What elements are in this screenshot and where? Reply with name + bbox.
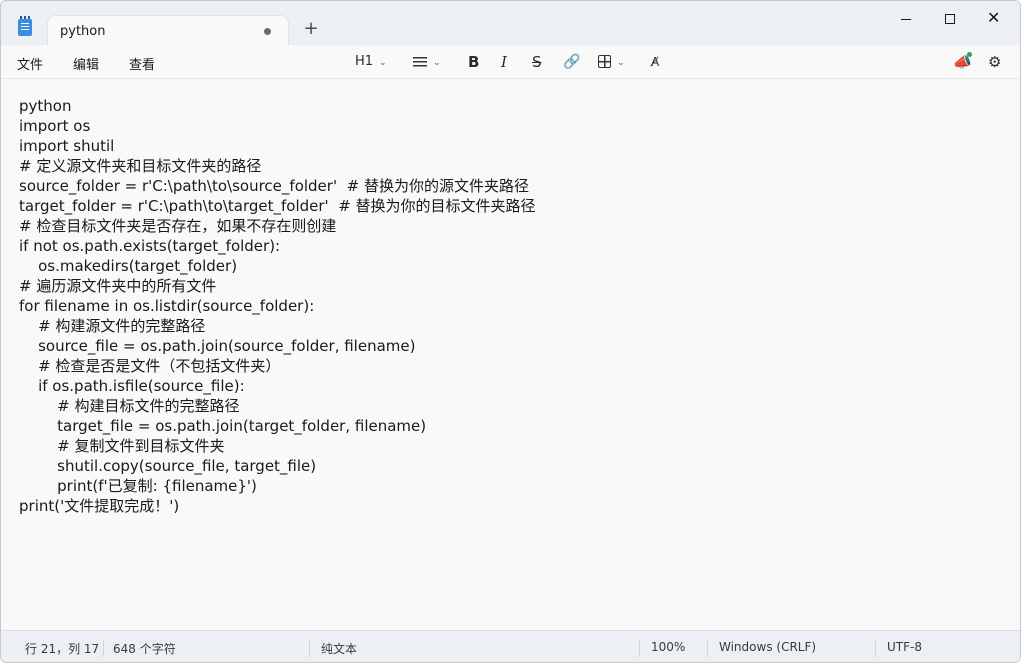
menu-edit[interactable]: 编辑: [73, 54, 99, 73]
chevron-down-icon: ⌄: [433, 58, 441, 68]
close-icon: ✕: [987, 8, 1001, 27]
notepad-icon: [18, 16, 32, 36]
plus-icon[interactable]: +: [301, 19, 321, 39]
heading-dropdown[interactable]: H1 ⌄: [355, 51, 387, 73]
cursor-position: 行 21，列 17: [25, 642, 100, 656]
list-dropdown[interactable]: ⌄: [413, 51, 441, 73]
tab-title: python: [60, 24, 106, 39]
status-bar: 行 21，列 17 648 个字符 纯文本 100% Windows (CRLF…: [1, 630, 1020, 662]
code-line: target_file = os.path.join(target_folder…: [19, 417, 427, 435]
code-line: if os.path.isfile(source_file):: [19, 377, 245, 395]
code-line: shutil.copy(source_file, target_file): [19, 457, 317, 475]
strikethrough-icon[interactable]: S: [532, 51, 542, 73]
status-divider: [875, 639, 876, 657]
code-line: # 定义源文件夹和目标文件夹的路径: [19, 157, 262, 175]
minimize-button[interactable]: [883, 5, 929, 33]
menu-file[interactable]: 文件: [17, 54, 43, 73]
status-divider: [103, 639, 104, 657]
list-icon: [413, 56, 427, 67]
title-bar: python + ✕: [1, 1, 1020, 46]
notepad-window: python + ✕ 文件 编辑 查看 H1 ⌄ ⌄ B I S 🔗 ⌄ A̸ 📣…: [0, 0, 1021, 663]
menu-view[interactable]: 查看: [129, 54, 155, 73]
code-line: target_folder = r'C:\path\to\target_fold…: [19, 197, 536, 215]
heading-label: H1: [355, 54, 374, 69]
table-dropdown[interactable]: ⌄: [598, 51, 625, 73]
code-line: # 检查目标文件夹是否存在，如果不存在则创建: [19, 217, 337, 235]
code-line: import shutil: [19, 137, 115, 155]
code-line: for filename in os.listdir(source_folder…: [19, 297, 315, 315]
maximize-button[interactable]: [927, 5, 973, 33]
code-line: # 检查是否是文件（不包括文件夹）: [19, 357, 281, 375]
zoom-level[interactable]: 100%: [651, 640, 685, 654]
italic-icon[interactable]: I: [501, 51, 507, 73]
encoding[interactable]: UTF-8: [887, 640, 922, 654]
chevron-down-icon: ⌄: [379, 58, 387, 68]
spellcheck-icon[interactable]: A̸: [651, 51, 659, 73]
code-line: print('文件提取完成！'): [19, 497, 180, 515]
chevron-down-icon: ⌄: [617, 58, 625, 68]
code-line: # 构建源文件的完整路径: [19, 317, 206, 335]
table-icon: [598, 55, 611, 68]
text-editor[interactable]: python import os import shutil # 定义源文件夹和…: [1, 80, 1020, 630]
code-line: python: [19, 97, 72, 115]
code-line: os.makedirs(target_folder): [19, 257, 238, 275]
code-line: # 构建目标文件的完整路径: [19, 397, 240, 415]
code-line: source_folder = r'C:\path\to\source_fold…: [19, 177, 529, 195]
line-ending[interactable]: Windows (CRLF): [719, 640, 816, 654]
code-line: # 遍历源文件夹中的所有文件: [19, 277, 217, 295]
maximize-icon: [945, 14, 955, 24]
status-divider: [309, 639, 310, 657]
status-divider: [639, 639, 640, 657]
notification-dot: [967, 52, 972, 57]
status-divider: [707, 639, 708, 657]
file-type[interactable]: 纯文本: [321, 640, 357, 657]
character-count: 648 个字符: [113, 642, 176, 656]
bold-icon[interactable]: B: [468, 51, 479, 73]
tab-python[interactable]: python: [47, 15, 289, 46]
link-icon[interactable]: 🔗: [563, 51, 580, 73]
close-tab-icon[interactable]: [264, 28, 271, 35]
minimize-icon: [901, 19, 911, 20]
code-line: import os: [19, 117, 91, 135]
code-line: # 复制文件到目标文件夹: [19, 437, 225, 455]
code-line: if not os.path.exists(target_folder):: [19, 237, 281, 255]
gear-icon[interactable]: ⚙: [988, 51, 1001, 73]
code-line: source_file = os.path.join(source_folder…: [19, 337, 416, 355]
toolbar: 文件 编辑 查看 H1 ⌄ ⌄ B I S 🔗 ⌄ A̸ 📣 ⚙: [1, 45, 1020, 79]
close-button[interactable]: ✕: [973, 5, 1019, 33]
code-line: print(f'已复制: {filename}'): [19, 477, 257, 495]
